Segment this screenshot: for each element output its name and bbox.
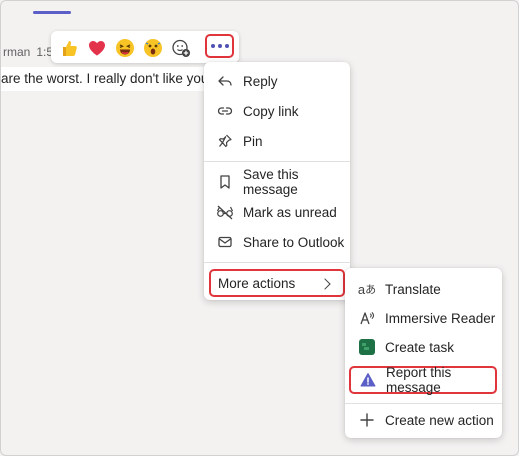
link-icon (216, 102, 234, 120)
message-author: rman (3, 45, 31, 59)
menu-item-label: Reply (243, 73, 278, 89)
reply-icon (216, 72, 234, 90)
menu-item-create-task[interactable]: Create task (345, 333, 502, 361)
bookmark-icon (216, 173, 234, 191)
menu-item-immersive-reader[interactable]: Immersive Reader (345, 304, 502, 332)
glasses-off-icon (216, 203, 234, 221)
pin-icon (216, 132, 234, 150)
menu-item-label: More actions (218, 275, 296, 291)
menu-item-label: Create task (385, 339, 455, 355)
translate-icon: aあ (357, 281, 377, 297)
warning-icon (359, 371, 377, 389)
message-context-menu: Reply Copy link Pin Save this message Ma… (204, 62, 350, 300)
more-options-button[interactable] (205, 34, 234, 58)
message-body[interactable]: are the worst. I really don't like you a… (1, 67, 211, 91)
menu-item-label: Report this message (386, 365, 452, 395)
menu-item-label: Translate (385, 281, 441, 297)
chevron-right-icon (319, 278, 331, 290)
heart-reaction-icon[interactable] (87, 38, 107, 58)
menu-item-label: Copy link (243, 103, 299, 119)
plus-icon (358, 411, 376, 429)
menu-item-label: Mark as unread (243, 204, 337, 220)
menu-item-share-outlook[interactable]: Share to Outlook (204, 228, 350, 256)
menu-item-create-action[interactable]: Create new action (345, 406, 502, 434)
like-reaction-icon[interactable] (59, 38, 79, 58)
menu-divider (204, 262, 350, 263)
menu-item-mark-unread[interactable]: Mark as unread (204, 198, 350, 226)
surprised-reaction-icon[interactable] (143, 38, 163, 58)
menu-item-label: Save this message (243, 167, 299, 197)
menu-item-translate[interactable]: aあ Translate (345, 275, 502, 303)
menu-item-label: Pin (243, 133, 263, 149)
reaction-bar (51, 31, 239, 63)
dot-icon (224, 44, 229, 48)
menu-item-save[interactable]: Save this message (204, 167, 350, 197)
menu-item-label: Create new action (385, 412, 494, 428)
laugh-reaction-icon[interactable] (115, 38, 135, 58)
menu-item-label: Share to Outlook (243, 234, 345, 250)
immersive-reader-icon (358, 309, 376, 327)
menu-divider (345, 403, 502, 404)
app-window: rman 1:50 are the worst. I really don't l… (0, 0, 519, 456)
menu-item-copy-link[interactable]: Copy link (204, 97, 350, 125)
dot-icon (217, 44, 222, 48)
menu-item-report[interactable]: Report this message (349, 365, 497, 395)
mail-icon (216, 233, 234, 251)
active-tab-indicator (33, 11, 71, 14)
menu-item-pin[interactable]: Pin (204, 127, 350, 155)
planner-icon (358, 338, 376, 356)
dot-icon (210, 44, 215, 48)
menu-item-more-actions[interactable]: More actions (209, 269, 345, 297)
message-text: are the worst. I really don't like you a… (1, 71, 211, 86)
menu-divider (204, 161, 350, 162)
add-reaction-icon[interactable] (171, 38, 191, 58)
menu-item-label: Immersive Reader (385, 310, 496, 326)
more-actions-submenu: aあ Translate Immersive Reader Create tas… (345, 268, 502, 438)
menu-item-reply[interactable]: Reply (204, 67, 350, 95)
